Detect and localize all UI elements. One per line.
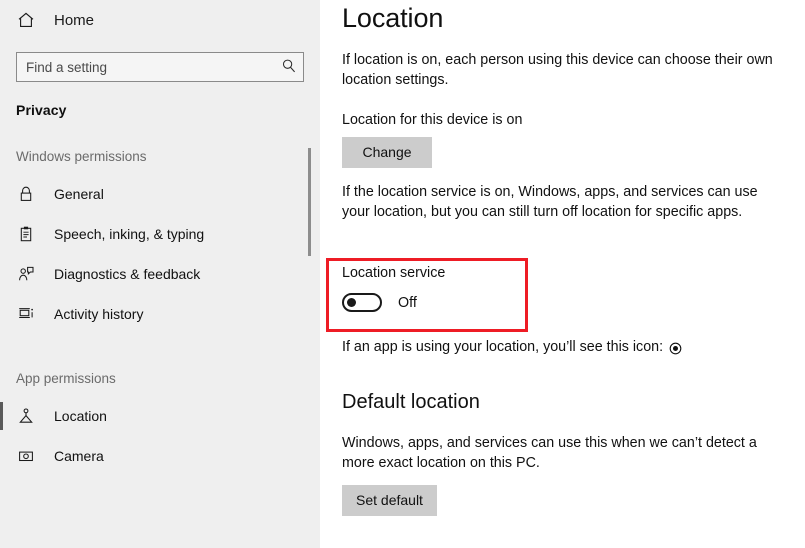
sidebar-item-diagnostics-feedback[interactable]: Diagnostics & feedback bbox=[0, 254, 320, 294]
set-default-button[interactable]: Set default bbox=[342, 485, 437, 516]
sidebar-item-location[interactable]: Location bbox=[0, 396, 320, 436]
location-icon-note-text: If an app is using your location, you’ll… bbox=[342, 339, 664, 355]
sidebar-category-title: Privacy bbox=[16, 102, 67, 118]
sidebar-item-label: Speech, inking, & typing bbox=[54, 226, 205, 242]
timeline-icon bbox=[16, 304, 36, 324]
sidebar-item-label: Camera bbox=[54, 448, 104, 464]
intro-paragraph: If location is on, each person using thi… bbox=[342, 52, 773, 89]
device-location-status: Location for this device is on bbox=[342, 111, 523, 128]
clipboard-icon bbox=[16, 224, 36, 244]
settings-window: Home Privacy Windows permissions bbox=[0, 0, 805, 548]
page-title: Location bbox=[342, 3, 444, 33]
sidebar-item-label: General bbox=[54, 186, 104, 202]
location-service-label: Location service bbox=[342, 265, 446, 281]
location-icon-note: If an app is using your location, you’ll… bbox=[342, 339, 682, 355]
location-service-group: Location service Off bbox=[342, 265, 542, 313]
sidebar-scrollbar-track[interactable] bbox=[308, 0, 311, 548]
sidebar-group-label-windows-permissions: Windows permissions bbox=[16, 149, 147, 164]
default-location-paragraph: Windows, apps, and services can use this… bbox=[342, 435, 757, 472]
sidebar-group-label-app-permissions: App permissions bbox=[16, 371, 116, 386]
sidebar-item-camera[interactable]: Camera bbox=[0, 436, 320, 476]
sidebar-item-general[interactable]: General bbox=[0, 174, 320, 214]
home-label: Home bbox=[54, 11, 95, 29]
sidebar-item-label: Diagnostics & feedback bbox=[54, 266, 201, 282]
person-feedback-icon bbox=[16, 264, 36, 284]
location-settings-panel: Location If location is on, each person … bbox=[320, 0, 805, 548]
change-button[interactable]: Change bbox=[342, 136, 432, 168]
default-location-heading: Default location bbox=[342, 391, 480, 413]
sidebar-item-activity-history[interactable]: Activity history bbox=[0, 294, 320, 334]
location-service-state: Off bbox=[398, 294, 417, 311]
settings-sidebar: Home Privacy Windows permissions bbox=[0, 0, 320, 548]
sidebar-item-speech-inking-typing[interactable]: Speech, inking, & typing bbox=[0, 214, 320, 254]
sidebar-item-home[interactable]: Home bbox=[0, 2, 320, 38]
sidebar-item-label: Location bbox=[54, 408, 107, 424]
search-container bbox=[16, 52, 304, 82]
sidebar-scrollbar-thumb[interactable] bbox=[308, 148, 311, 256]
sidebar-item-label: Activity history bbox=[54, 306, 144, 322]
toggle-knob bbox=[347, 298, 356, 308]
search-input[interactable] bbox=[16, 52, 304, 82]
location-pin-icon bbox=[16, 406, 36, 426]
location-service-toggle-row: Off bbox=[342, 293, 542, 313]
sidebar-nav-windows-permissions: General Speech, inking, & typing Diagnos… bbox=[0, 174, 320, 334]
lock-icon bbox=[16, 184, 36, 204]
location-service-paragraph: If the location service is on, Windows, … bbox=[342, 183, 758, 220]
home-icon bbox=[16, 10, 36, 30]
location-service-toggle[interactable] bbox=[342, 293, 382, 313]
sidebar-nav-app-permissions: Location Camera bbox=[0, 396, 320, 476]
location-indicator-icon bbox=[669, 342, 682, 355]
camera-icon bbox=[16, 446, 36, 466]
